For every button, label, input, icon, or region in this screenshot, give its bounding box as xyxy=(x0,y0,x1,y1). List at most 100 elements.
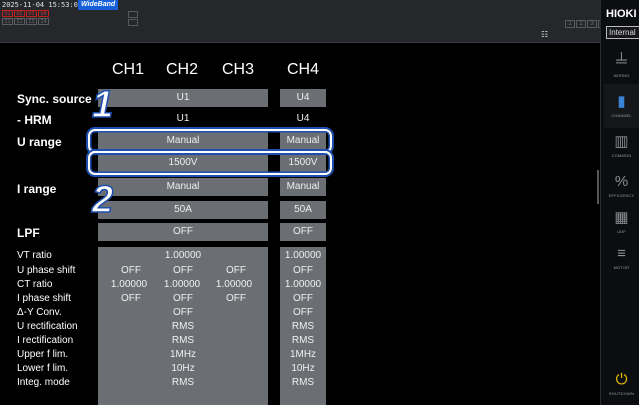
network-icon: ☷ xyxy=(541,30,549,39)
row-label: CT ratio xyxy=(17,279,53,290)
i-phase-ch4: OFF xyxy=(293,293,313,304)
motor-icon: ≡ xyxy=(617,245,626,262)
u-phase-ch3: OFF xyxy=(226,265,246,276)
label-sync-source: Sync. source xyxy=(17,92,92,106)
sync-source-dropdown[interactable]: Internal xyxy=(606,26,639,39)
ct-ratio-ch3: 1.00000 xyxy=(215,279,253,290)
nav-label: SHUTDOWN xyxy=(608,390,635,396)
nav-label: MOTOR xyxy=(613,265,630,270)
nav-wiring[interactable]: ╧ WIRING xyxy=(604,44,639,88)
wiring-icon: ╧ xyxy=(616,53,627,70)
sync-source-ch123[interactable]: U1 xyxy=(98,89,268,107)
u-range-value-highlight xyxy=(88,151,332,175)
i-range-mode-ch123[interactable]: Manual xyxy=(98,178,268,196)
vt-ratio-ch123: 1.00000 xyxy=(164,250,202,261)
callout-1: 1 xyxy=(91,84,114,126)
voltage-indicators: U1 U2 U3 U4 xyxy=(2,10,49,17)
u-rect-ch4: RMS xyxy=(291,321,315,332)
indicator-u4: U4 xyxy=(38,10,49,17)
upper-f-ch4: 1MHz xyxy=(289,349,317,360)
lower-f-ch4: 10Hz xyxy=(291,363,315,374)
header-ch4: CH4 xyxy=(286,61,319,78)
row-label: VT ratio xyxy=(17,250,52,261)
sync-source-ch4[interactable]: U4 xyxy=(280,89,326,107)
page-3[interactable]: 3 xyxy=(587,20,597,28)
i-range-mode-ch4[interactable]: Manual xyxy=(280,178,326,196)
indicator-i3: I3 xyxy=(26,18,37,25)
i-range-value-ch4[interactable]: 50A xyxy=(280,201,326,219)
nav-common[interactable]: ▥ COMMON xyxy=(604,124,639,168)
u-rect-ch123: RMS xyxy=(171,321,195,332)
row-label: I rectification xyxy=(17,335,74,346)
lpf-ch4[interactable]: OFF xyxy=(280,223,326,241)
wideband-badge: WideBand xyxy=(78,0,119,10)
callout-2: 2 xyxy=(91,179,114,221)
i-rect-ch4: RMS xyxy=(291,335,315,346)
indicator-i2: I2 xyxy=(14,18,25,25)
i-rect-ch123: RMS xyxy=(171,335,195,346)
upper-f-ch123: 1MHz xyxy=(169,349,197,360)
label-i-range: I range xyxy=(17,182,57,196)
integ-mode-ch123: RMS xyxy=(171,377,195,388)
indicator-u3: U3 xyxy=(26,10,37,17)
ct-ratio-ch2: 1.00000 xyxy=(163,279,201,290)
u-phase-ch2: OFF xyxy=(173,265,193,276)
common-icon: ▥ xyxy=(614,133,629,150)
brand-logo: HIOKI xyxy=(606,8,637,20)
indicator-i1: I1 xyxy=(2,18,13,25)
current-indicators: I1 I2 I3 I4 xyxy=(2,18,49,25)
nav-channel[interactable]: ▮ CHANNEL xyxy=(604,84,639,128)
vt-ratio-ch4: 1.00000 xyxy=(284,250,322,261)
nav-label: UDF xyxy=(617,229,626,234)
row-label: Integ. mode xyxy=(17,377,70,388)
nav-label: COMMON xyxy=(611,153,632,158)
aux-indicator xyxy=(128,11,138,18)
dy-conv-ch123: OFF xyxy=(173,307,193,318)
efficiency-icon: % xyxy=(614,173,629,190)
header-ch2: CH2 xyxy=(165,61,198,78)
nav-motor[interactable]: ≡ MOTOR xyxy=(604,236,639,280)
u-range-mode-highlight xyxy=(88,129,332,153)
channel-icon: ▮ xyxy=(617,93,626,110)
row-label: U phase shift xyxy=(17,265,76,276)
indicator-u1: U1 xyxy=(2,10,13,17)
row-label: Upper f lim. xyxy=(17,349,69,360)
label-hrm: - HRM xyxy=(17,113,52,127)
integ-mode-ch4: RMS xyxy=(291,377,315,388)
lpf-ch123[interactable]: OFF xyxy=(98,223,268,241)
status-bar: 2025-11-04 15:53:04 WideBand U1 U2 U3 U4… xyxy=(0,0,608,43)
nav-label: EFFICIENCY xyxy=(608,193,635,198)
i-phase-ch1: OFF xyxy=(121,293,141,304)
row-label: U rectification xyxy=(17,321,78,332)
row-label: I phase shift xyxy=(17,293,71,304)
udf-icon: ▦ xyxy=(614,209,629,226)
i-range-value-ch123[interactable]: 50A xyxy=(98,201,268,219)
u-phase-ch1: OFF xyxy=(121,265,141,276)
i-phase-ch3: OFF xyxy=(226,293,246,304)
nav-label: CHANNEL xyxy=(611,113,632,118)
dy-conv-ch4: OFF xyxy=(293,307,313,318)
page-1[interactable]: 1 xyxy=(565,20,575,28)
lower-f-ch123: 10Hz xyxy=(171,363,195,374)
hrm-ch123: U1 xyxy=(98,110,268,128)
header-ch1: CH1 xyxy=(111,61,144,78)
vertical-scrollbar[interactable] xyxy=(597,170,599,204)
indicator-i4: I4 xyxy=(38,18,49,25)
nav-shutdown[interactable]: ⏻ SHUTDOWN xyxy=(604,362,639,405)
label-u-range: U range xyxy=(17,135,62,149)
row-label: Lower f lim. xyxy=(17,363,69,374)
hrm-ch4: U4 xyxy=(280,110,326,128)
label-lpf: LPF xyxy=(17,226,40,240)
aux-indicator xyxy=(128,19,138,26)
indicator-u2: U2 xyxy=(14,10,25,17)
i-phase-ch2: OFF xyxy=(173,293,193,304)
page-2[interactable]: 2 xyxy=(576,20,586,28)
timestamp: 2025-11-04 15:53:04 xyxy=(2,1,83,9)
header-ch3: CH3 xyxy=(221,61,254,78)
ct-ratio-ch1: 1.00000 xyxy=(110,279,148,290)
shutdown-icon: ⏻ xyxy=(615,370,628,388)
ct-ratio-ch4: 1.00000 xyxy=(284,279,322,290)
row-label: Δ-Y Conv. xyxy=(17,307,62,318)
u-phase-ch4: OFF xyxy=(293,265,313,276)
nav-label: WIRING xyxy=(613,73,630,78)
